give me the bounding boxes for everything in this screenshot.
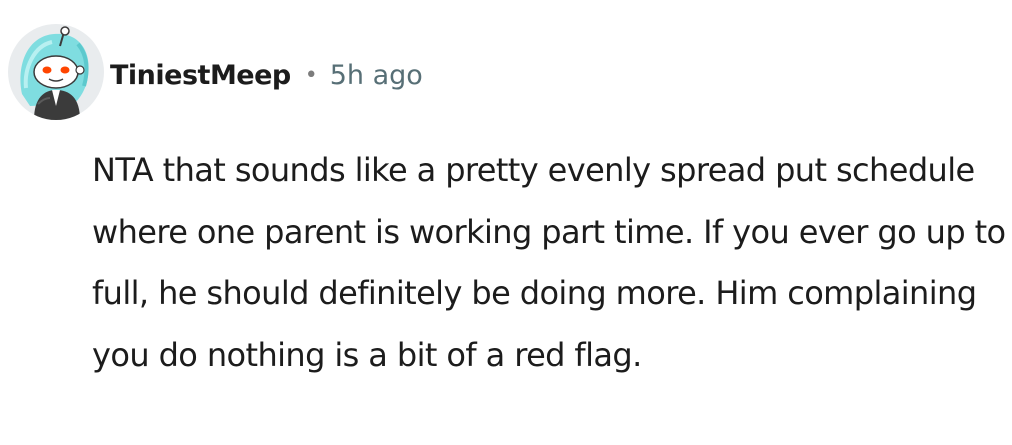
comment-header: TiniestMeep • 5h ago	[110, 50, 423, 100]
timestamp[interactable]: 5h ago	[330, 60, 423, 91]
username-link[interactable]: TiniestMeep	[110, 60, 291, 91]
user-avatar-icon[interactable]	[8, 24, 104, 120]
separator-dot: •	[304, 62, 318, 88]
comment-card: TiniestMeep • 5h ago NTA that sounds lik…	[0, 0, 1012, 445]
comment-body: NTA that sounds like a pretty evenly spr…	[92, 151, 1006, 374]
